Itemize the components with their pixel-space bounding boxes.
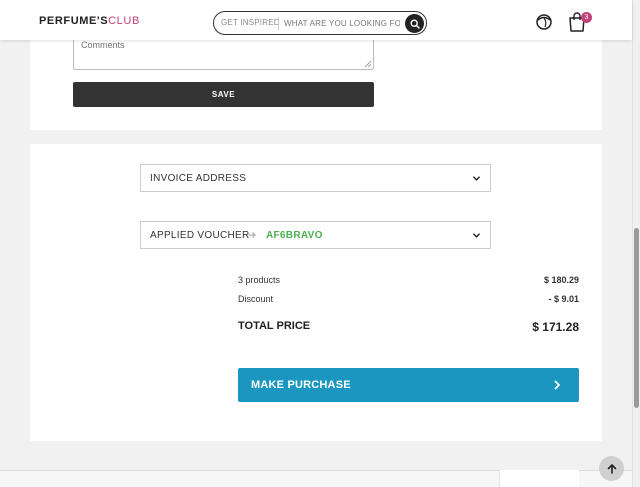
make-purchase-button[interactable]: MAKE PURCHASE <box>238 368 579 402</box>
chevron-down-icon <box>473 176 480 181</box>
voucher-accordion[interactable]: APPLIED VOUCHER AF6BRAVO <box>140 221 491 249</box>
save-button[interactable]: SAVE <box>73 82 374 107</box>
summary-discount-row: Discount - $ 9.01 <box>238 294 579 308</box>
search-icon <box>409 18 420 29</box>
checkout-summary-card: INVOICE ADDRESS APPLIED VOUCHER AF6BRAVO… <box>30 144 602 441</box>
cart-count-badge: 3 <box>581 12 592 23</box>
page-scrollbar[interactable] <box>632 0 640 487</box>
total-price-label: TOTAL PRICE <box>238 320 311 332</box>
get-inspired-link[interactable]: GET INSPIRED <box>221 18 280 27</box>
search-button[interactable] <box>405 14 424 33</box>
comments-card: SAVE <box>30 30 602 130</box>
total-price-value: $ 171.28 <box>532 320 579 334</box>
search-input[interactable] <box>284 16 400 31</box>
footer-panel <box>499 470 579 487</box>
products-count-label: 3 products <box>238 275 281 285</box>
scroll-to-top-button[interactable] <box>599 456 624 481</box>
search-divider <box>278 17 279 30</box>
user-account-icon[interactable] <box>535 13 553 31</box>
perfumes-club-logo[interactable]: PERFUME'SCLUB <box>39 15 140 27</box>
logo-text-accent: CLUB <box>108 15 140 27</box>
discount-value: - $ 9.01 <box>548 294 579 304</box>
chevron-right-icon <box>554 380 560 390</box>
invoice-address-label: INVOICE ADDRESS <box>150 173 247 184</box>
logo-text-main: PERFUME'S <box>39 15 109 27</box>
summary-products-row: 3 products $ 180.29 <box>238 275 579 289</box>
arrow-up-icon <box>607 463 616 474</box>
make-purchase-label: MAKE PURCHASE <box>251 379 351 391</box>
voucher-label: APPLIED VOUCHER <box>150 230 250 241</box>
scrollbar-thumb[interactable] <box>634 228 639 408</box>
search-bar: GET INSPIRED <box>213 11 427 35</box>
voucher-code: AF6BRAVO <box>266 230 323 241</box>
site-header: PERFUME'SCLUB GET INSPIRED 3 <box>0 0 632 40</box>
invoice-address-accordion[interactable]: INVOICE ADDRESS <box>140 164 491 192</box>
discount-label: Discount <box>238 294 274 304</box>
chevron-down-icon <box>473 233 480 238</box>
resize-grip-icon[interactable] <box>364 60 372 68</box>
arrow-right-icon <box>248 232 256 238</box>
products-subtotal: $ 180.29 <box>543 275 579 285</box>
summary-total-row: TOTAL PRICE $ 171.28 <box>238 320 579 338</box>
